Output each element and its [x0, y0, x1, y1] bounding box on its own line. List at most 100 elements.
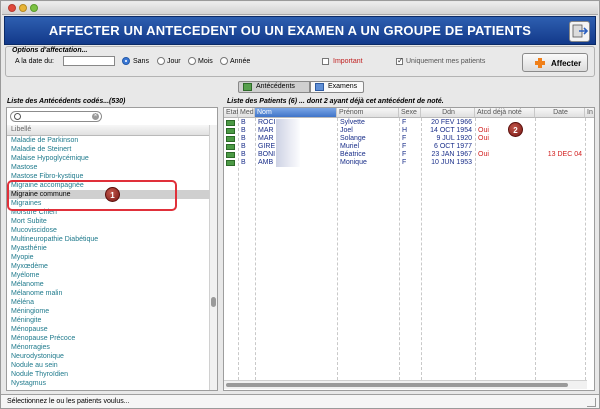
- table-row[interactable]: B ROCI Sylvette F 20 FEV 1966: [224, 119, 594, 127]
- table-row[interactable]: B MAR Solange F 9 JUL 1920 Oui: [224, 135, 594, 143]
- column-header[interactable]: Sexe: [399, 108, 421, 118]
- radio-sans[interactable]: [122, 57, 130, 65]
- callout-box-1: [7, 180, 177, 211]
- list-item[interactable]: Ménorragies: [7, 343, 209, 352]
- cell-prenom: Solange: [340, 135, 366, 142]
- radio-mois[interactable]: [188, 57, 196, 65]
- list-item[interactable]: Nodule au sein: [7, 361, 209, 370]
- list-item[interactable]: Mucoviscidose: [7, 226, 209, 235]
- list-item[interactable]: Multineuropathie Diabétique: [7, 235, 209, 244]
- column-header[interactable]: Etat: [224, 108, 238, 118]
- window: AFFECTER UN ANTECEDENT OU UN EXAMEN A UN…: [0, 0, 600, 409]
- cell-atcd: Oui: [478, 151, 489, 158]
- cell-prenom: Sylvette: [340, 119, 365, 126]
- resize-grip[interactable]: [587, 398, 596, 407]
- redacted-name: [276, 127, 300, 135]
- list-item[interactable]: Myopie: [7, 253, 209, 262]
- date-label: A la date du:: [15, 58, 54, 65]
- tab-examens[interactable]: Examens: [310, 81, 364, 93]
- status-text: Sélectionnez le ou les patients voulus..…: [7, 398, 130, 405]
- options-group-title: Options d'affectation...: [12, 47, 88, 54]
- radio-annee[interactable]: [220, 57, 228, 65]
- cell-nom: BONI: [258, 151, 276, 158]
- date-input[interactable]: [63, 56, 115, 66]
- column-header[interactable]: Med: [238, 108, 255, 118]
- list-item[interactable]: Mastose: [7, 163, 209, 172]
- left-vertical-scrollbar[interactable]: [209, 125, 217, 390]
- right-scroll-thumb[interactable]: [226, 383, 568, 387]
- cell-ddn: 23 JAN 1967: [431, 151, 472, 158]
- cell-atcd: Oui: [478, 127, 489, 134]
- list-item[interactable]: Myxœdème: [7, 262, 209, 271]
- table-row[interactable]: B AMB Monique F 10 JUN 1953: [224, 159, 594, 167]
- left-panel-title: Liste des Antécédents codés...(530): [7, 98, 126, 105]
- antecedents-list: Maladie de Parkinson Maladie de Steinert M…: [7, 136, 209, 388]
- book-icon: [226, 136, 235, 142]
- cell-prenom: Joel: [340, 127, 353, 134]
- list-item[interactable]: Méningite: [7, 316, 209, 325]
- cell-sexe: F: [402, 159, 407, 166]
- list-item[interactable]: Ménopause Précoce: [7, 334, 209, 343]
- book-icon: [226, 152, 235, 158]
- book-icon: [243, 83, 252, 91]
- affecter-button-label: Affecter: [551, 59, 582, 68]
- list-item[interactable]: Maladie de Steinert: [7, 145, 209, 154]
- column-header[interactable]: Ddn: [421, 108, 475, 118]
- clear-icon[interactable]: ×: [92, 113, 99, 120]
- list-item[interactable]: Maladie de Parkinson: [7, 136, 209, 145]
- search-field[interactable]: ×: [10, 111, 102, 122]
- right-horizontal-scrollbar[interactable]: [224, 380, 587, 389]
- table-row[interactable]: B BONI Béatrice F 23 JAN 1967 Oui 13 DEC 04: [224, 151, 594, 159]
- patients-list-panel: Etat Med Nom Prénom Sexe Ddn Atcd déjà noté Dat…: [223, 107, 595, 391]
- cell-atcd: Oui: [478, 135, 489, 142]
- column-header[interactable]: Prénom: [337, 108, 399, 118]
- close-window-button[interactable]: [8, 4, 16, 12]
- zoom-window-button[interactable]: [30, 4, 38, 12]
- cell-nom: AMB: [258, 159, 274, 166]
- list-item[interactable]: Nodule Thyroïdien: [7, 370, 209, 379]
- cell-sexe: F: [402, 119, 407, 126]
- list-item[interactable]: Ménopause: [7, 325, 209, 334]
- title-bar: [2, 2, 598, 15]
- cell-sexe: F: [402, 135, 407, 142]
- only-my-patients-checkbox[interactable]: [396, 56, 404, 65]
- column-header[interactable]: In: [585, 108, 594, 118]
- cell-med: B: [241, 119, 246, 126]
- list-item[interactable]: Mélanome malin: [7, 289, 209, 298]
- table-row[interactable]: B GIRE Muriel F 6 OCT 1977: [224, 143, 594, 151]
- table-row[interactable]: B MAR Joel H 14 OCT 1954 Oui: [224, 127, 594, 135]
- left-scroll-thumb[interactable]: [211, 297, 216, 307]
- cell-prenom: Béatrice: [340, 151, 366, 158]
- list-item[interactable]: Mort Subite: [7, 217, 209, 226]
- cell-nom: MAR: [258, 135, 274, 142]
- column-header[interactable]: Nom: [255, 108, 337, 118]
- list-item[interactable]: Neurodystonique: [7, 352, 209, 361]
- list-item[interactable]: Malaise Hypoglycémique: [7, 154, 209, 163]
- important-checkbox[interactable]: [322, 58, 329, 65]
- only-my-patients-label: Uniquement mes patients: [406, 58, 486, 65]
- redacted-name: [276, 135, 300, 143]
- libelle-column-header[interactable]: Libellé: [7, 125, 209, 136]
- plus-icon: [535, 58, 545, 68]
- list-item[interactable]: Myélome: [7, 271, 209, 280]
- redacted-name: [276, 119, 300, 127]
- column-header[interactable]: Date: [535, 108, 585, 118]
- document-icon: [315, 83, 324, 91]
- cell-prenom: Muriel: [340, 143, 360, 150]
- list-item[interactable]: Myasthénie: [7, 244, 209, 253]
- cell-date: 13 DEC 04: [547, 151, 582, 158]
- list-item[interactable]: Mélanome: [7, 280, 209, 289]
- affecter-button[interactable]: Affecter: [522, 53, 588, 72]
- book-icon: [226, 120, 235, 126]
- list-item[interactable]: Nystagmus: [7, 379, 209, 388]
- list-item[interactable]: Méningiome: [7, 307, 209, 316]
- tab-antecedents[interactable]: Antécédents: [238, 81, 310, 93]
- list-item[interactable]: Méléna: [7, 298, 209, 307]
- minimize-window-button[interactable]: [19, 4, 27, 12]
- exit-icon[interactable]: [569, 21, 590, 42]
- column-header[interactable]: Atcd déjà noté: [475, 108, 535, 118]
- antecedents-list-panel: × Libellé Maladie de Parkinson Maladie de…: [6, 107, 218, 391]
- book-icon: [226, 128, 235, 134]
- radio-jour[interactable]: [157, 57, 165, 65]
- cell-med: B: [241, 135, 246, 142]
